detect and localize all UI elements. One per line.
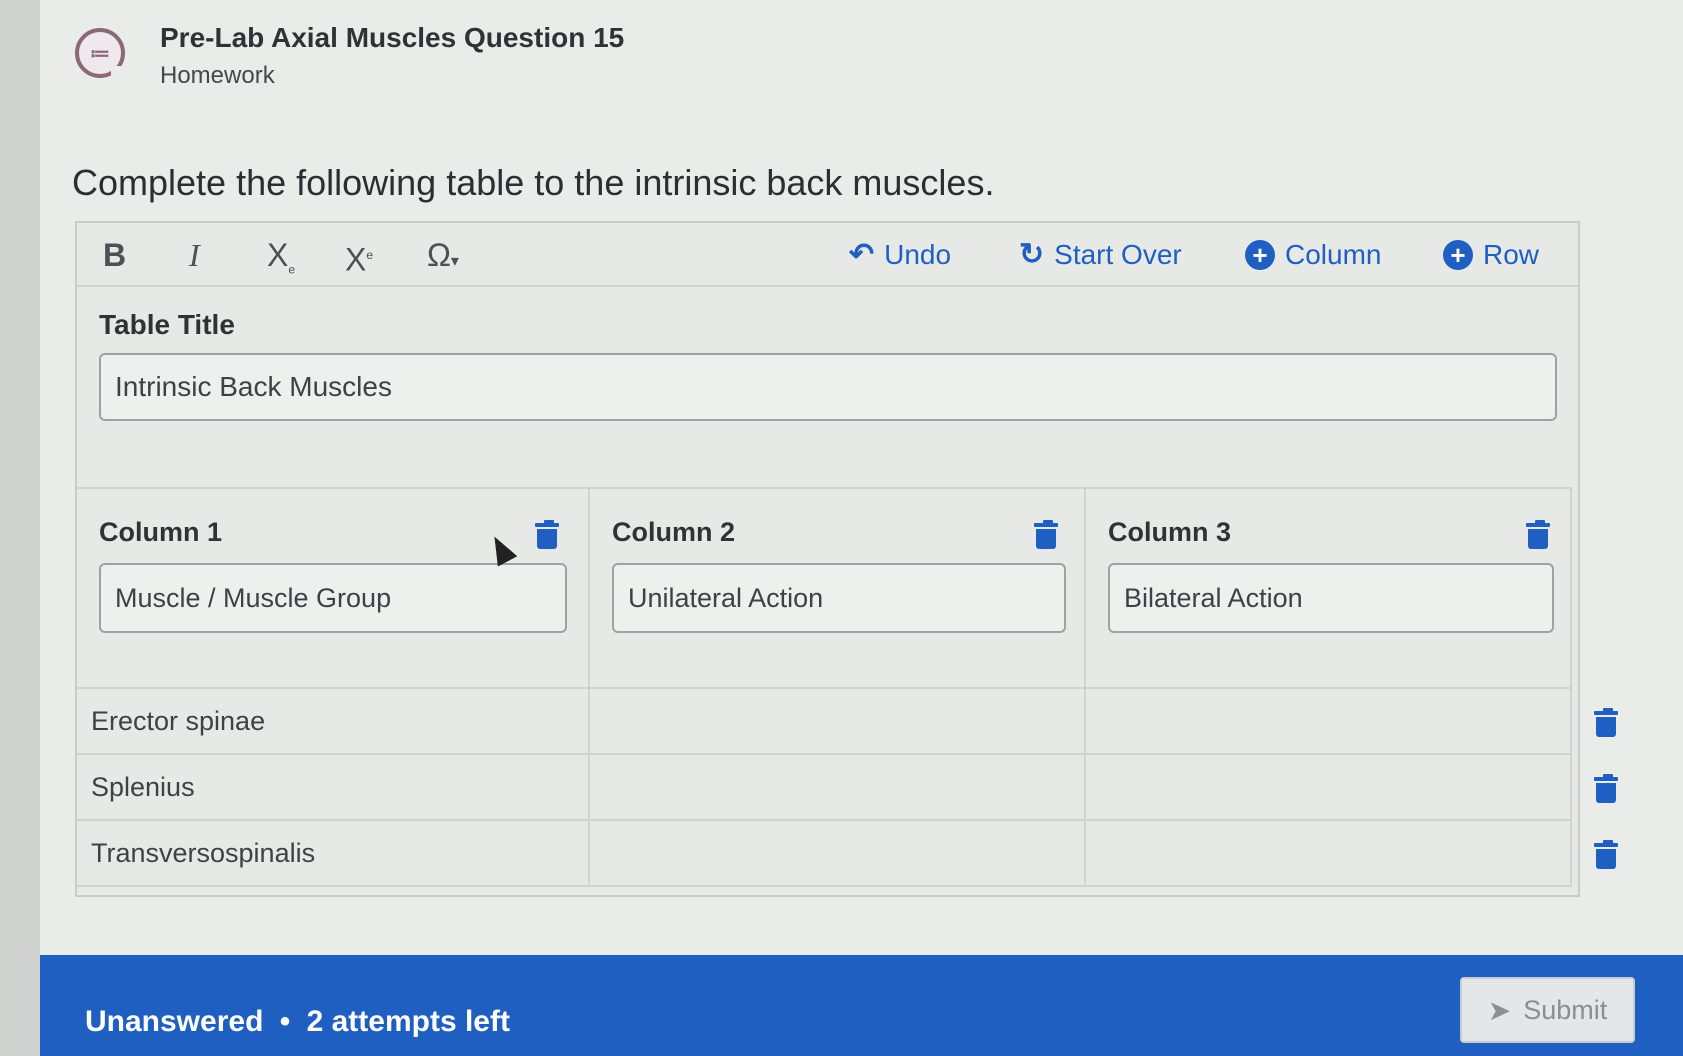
- add-column-label: Column: [1285, 239, 1382, 270]
- trash-icon[interactable]: [1594, 708, 1618, 737]
- submit-button[interactable]: ➤ Submit: [1460, 977, 1635, 1043]
- omega-icon: Ω: [427, 237, 451, 273]
- superscript-button[interactable]: Xe: [345, 235, 374, 278]
- trash-icon[interactable]: [1594, 840, 1618, 869]
- bold-button[interactable]: B: [103, 235, 126, 275]
- column-header-2: Column 2: [590, 489, 1086, 689]
- table-editor: B I Xe Xe Ω▾ ↶ Undo ↻ Start Over + Colum…: [75, 221, 1580, 897]
- table-title-label: Table Title: [99, 309, 235, 340]
- column-header-1: Column 1: [77, 489, 590, 689]
- send-icon: ➤: [1487, 994, 1512, 1026]
- italic-button[interactable]: I: [189, 235, 200, 275]
- column-label: Column 3: [1108, 517, 1232, 547]
- attempts-left: 2 attempts left: [306, 1005, 510, 1038]
- table-cell[interactable]: [1086, 821, 1572, 887]
- trash-icon[interactable]: [1034, 520, 1058, 549]
- undo-button[interactable]: ↶ Undo: [849, 235, 951, 275]
- plus-circle-icon: +: [1245, 240, 1275, 270]
- chevron-down-icon: ▾: [450, 253, 459, 270]
- question-type: Homework: [160, 62, 275, 89]
- status-separator: •: [279, 1005, 291, 1038]
- table-cell[interactable]: [590, 755, 1086, 821]
- table-cell[interactable]: Splenius: [77, 755, 590, 821]
- undo-label: Undo: [884, 239, 952, 270]
- refresh-icon: ↻: [1019, 238, 1045, 271]
- table-cell[interactable]: [590, 689, 1086, 755]
- column-header-3: Column 3: [1086, 489, 1572, 689]
- table-cell[interactable]: [1086, 689, 1572, 755]
- status-label: Unanswered: [85, 1005, 264, 1038]
- question-title: Pre-Lab Axial Muscles Question 15: [160, 22, 625, 53]
- status-bar: Unanswered • 2 attempts left ➤ Submit: [40, 955, 1683, 1056]
- subscript-button[interactable]: Xe: [267, 235, 296, 277]
- column-header-input[interactable]: [1108, 563, 1554, 633]
- attempt-status: Unanswered • 2 attempts left: [85, 1005, 510, 1039]
- add-row-label: Row: [1483, 239, 1540, 270]
- table-row: Splenius: [77, 755, 1572, 821]
- table-cell[interactable]: Transversospinalis: [77, 821, 590, 887]
- start-over-button[interactable]: ↻ Start Over: [1019, 235, 1182, 275]
- table-grid: Column 1 Column 2 Column 3 Erector spina…: [77, 487, 1572, 897]
- add-column-button[interactable]: + Column: [1245, 235, 1381, 275]
- trash-icon[interactable]: [1594, 774, 1618, 803]
- start-over-label: Start Over: [1054, 239, 1182, 270]
- column-label: Column 1: [99, 517, 223, 547]
- subscript-label: X: [267, 237, 289, 273]
- table-row: Erector spinae: [77, 689, 1572, 755]
- submit-label: Submit: [1523, 994, 1608, 1025]
- superscript-label: X: [345, 241, 367, 278]
- add-row-button[interactable]: + Row: [1443, 235, 1539, 275]
- plus-circle-icon: +: [1443, 240, 1473, 270]
- superscript-marker: e: [366, 248, 374, 262]
- subscript-marker: e: [288, 262, 296, 277]
- editor-toolbar: B I Xe Xe Ω▾ ↶ Undo ↻ Start Over + Colum…: [77, 223, 1578, 287]
- special-characters-button[interactable]: Ω▾: [427, 235, 459, 275]
- trash-icon[interactable]: [1526, 520, 1550, 549]
- table-title-input[interactable]: [99, 353, 1557, 421]
- table-cell[interactable]: [590, 821, 1086, 887]
- table-cell[interactable]: [1086, 755, 1572, 821]
- list-chat-icon: ≔: [75, 28, 125, 78]
- column-header-input[interactable]: [99, 563, 567, 633]
- undo-arrow-icon: ↶: [849, 238, 875, 271]
- column-label: Column 2: [612, 517, 736, 547]
- table-cell[interactable]: Erector spinae: [77, 689, 590, 755]
- trash-icon[interactable]: [535, 520, 559, 549]
- question-prompt: Complete the following table to the intr…: [72, 162, 995, 203]
- column-header-input[interactable]: [612, 563, 1066, 633]
- left-shade: [0, 0, 40, 1056]
- table-row: Transversospinalis: [77, 821, 1572, 887]
